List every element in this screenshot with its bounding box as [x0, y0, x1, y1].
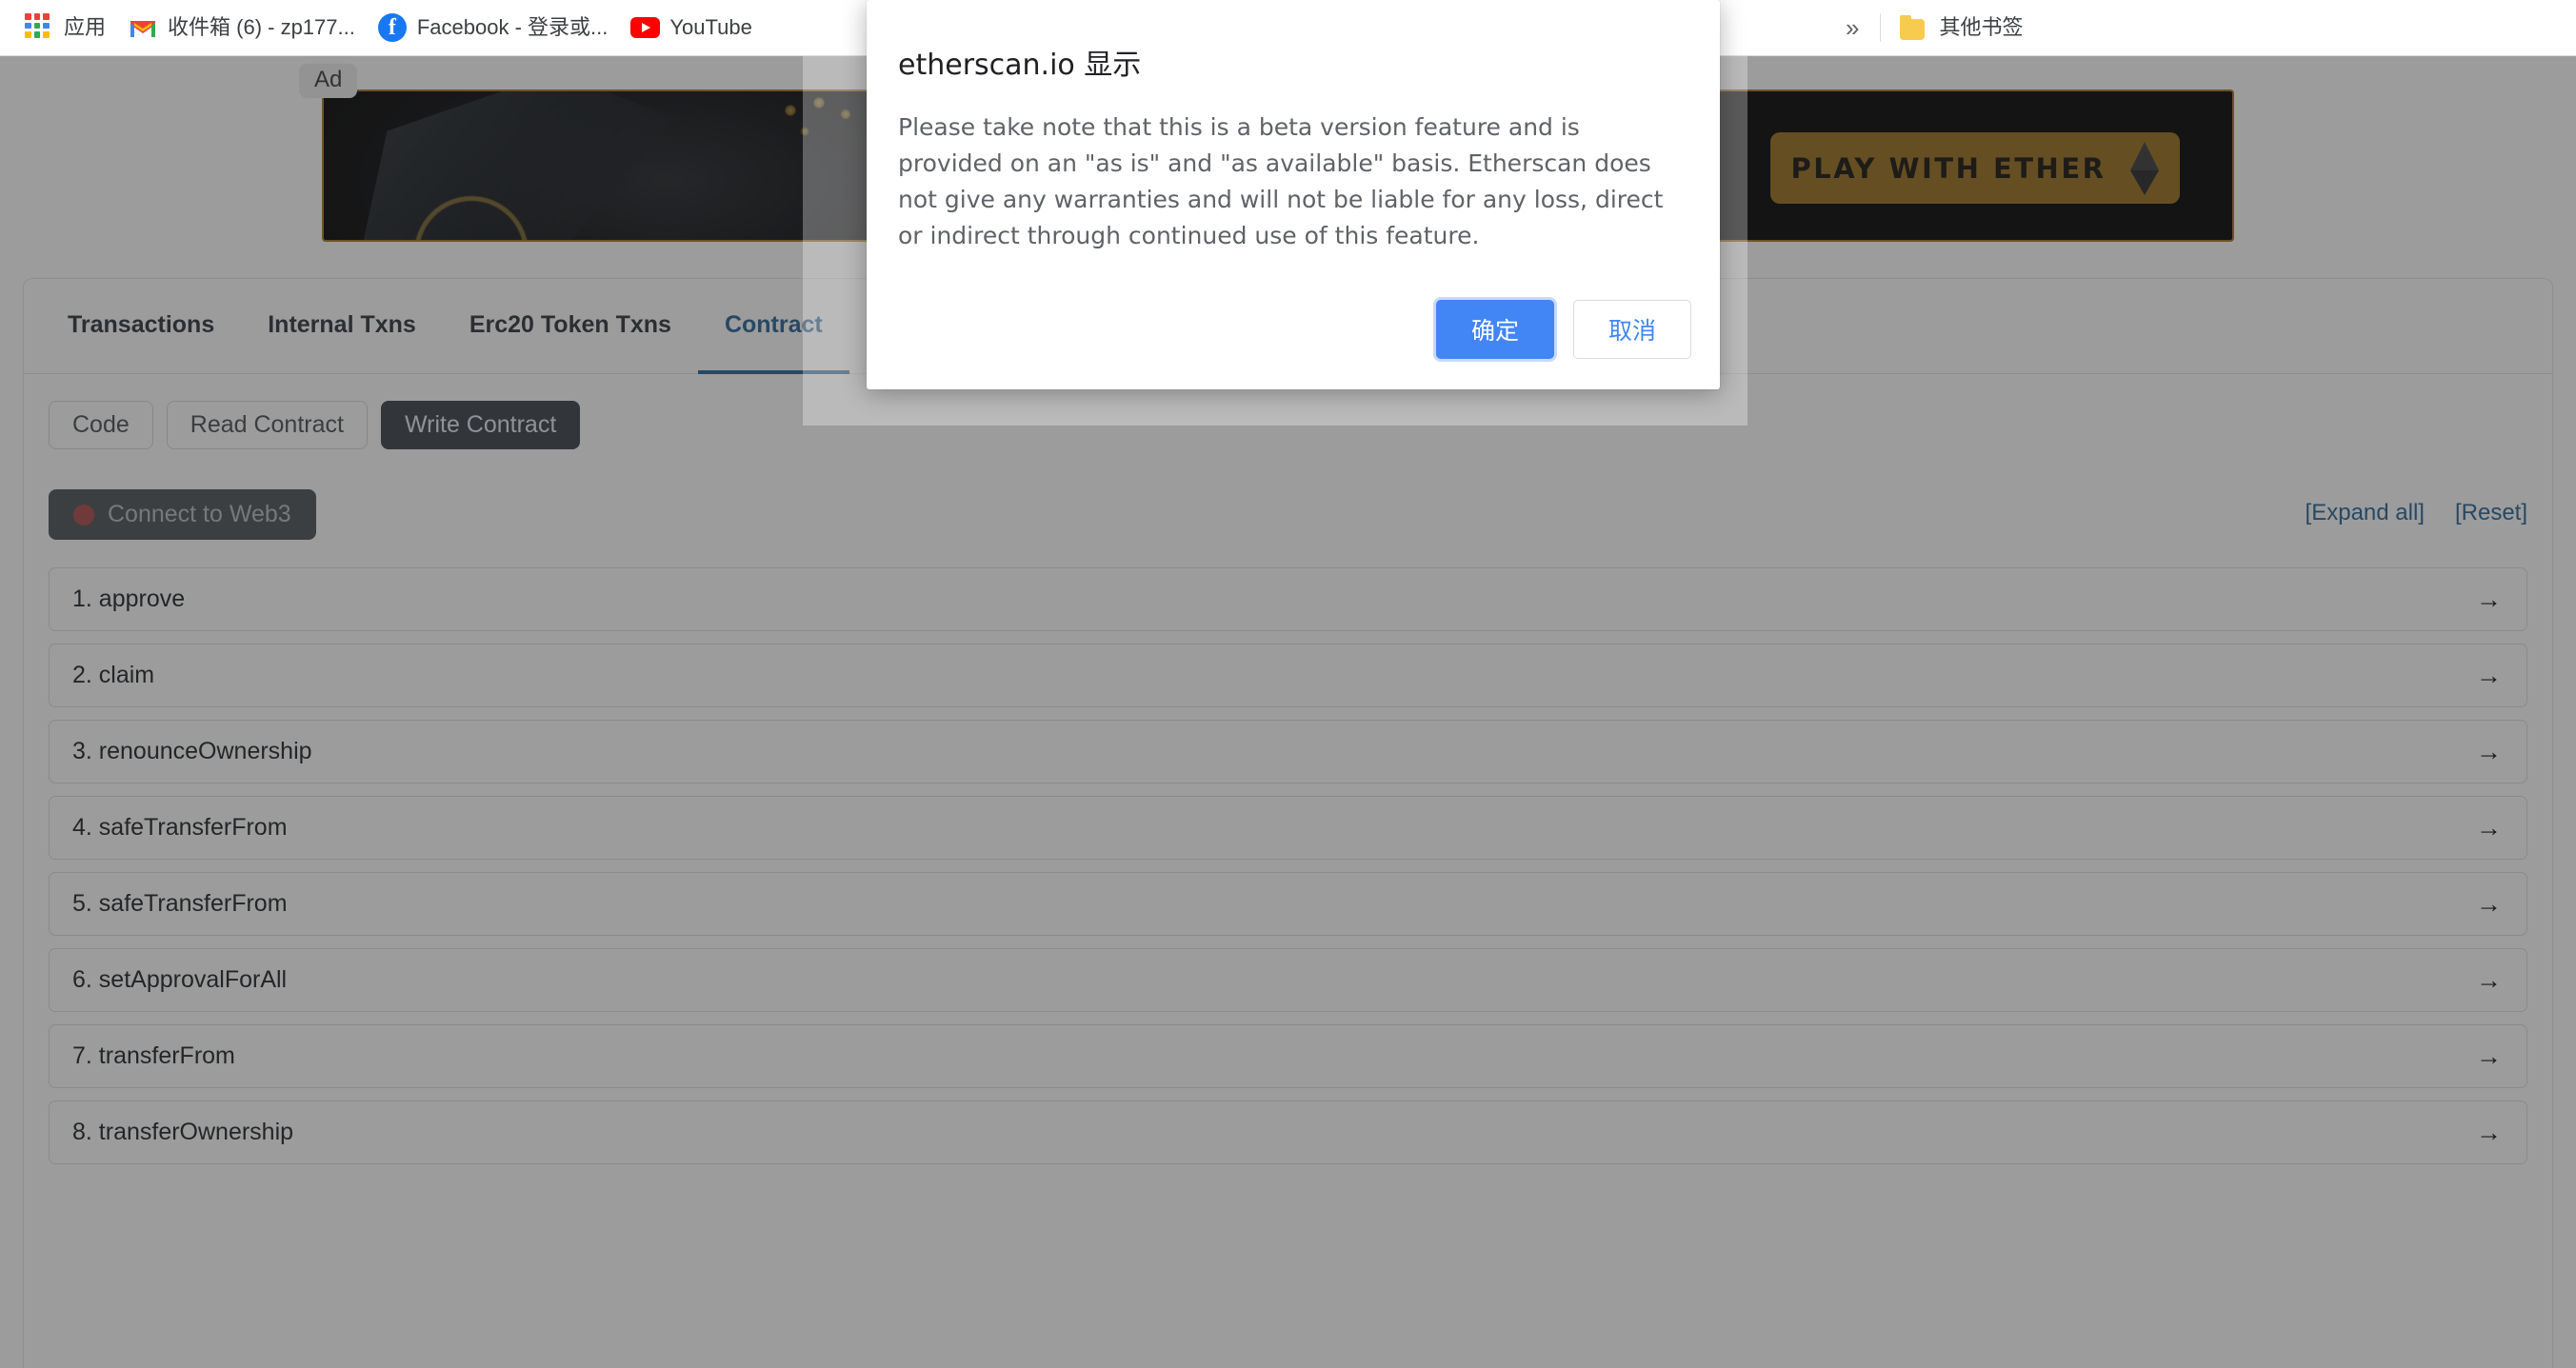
- youtube-icon: [630, 13, 661, 42]
- other-bookmarks-button[interactable]: 其他书签: [1888, 10, 2034, 46]
- dialog-confirm-button[interactable]: 确定: [1435, 300, 1554, 359]
- facebook-icon: f: [377, 13, 407, 42]
- bookmark-apps-label: 应用: [64, 15, 107, 39]
- javascript-alert-dialog: etherscan.io 显示 Please take note that th…: [867, 0, 1720, 389]
- bookmarks-overflow-button[interactable]: »: [1832, 11, 1872, 45]
- bookmark-facebook-label: Facebook - 登录或...: [416, 15, 609, 39]
- bookmark-gmail[interactable]: 收件箱 (6) - zp177...: [117, 10, 367, 46]
- bookmark-youtube[interactable]: YouTube: [619, 10, 763, 46]
- bookmark-apps[interactable]: 应用: [13, 10, 117, 46]
- dialog-title: etherscan.io 显示: [898, 49, 1142, 82]
- dialog-message: Please take note that this is a beta ver…: [898, 113, 1664, 249]
- bookmarks-divider: [1880, 13, 1882, 42]
- bookmark-facebook[interactable]: f Facebook - 登录或...: [367, 10, 620, 46]
- apps-grid-icon: [25, 13, 53, 42]
- dialog-actions: 确定 取消: [1435, 300, 1691, 359]
- bookmark-gmail-label: 收件箱 (6) - zp177...: [168, 15, 355, 39]
- dialog-cancel-button[interactable]: 取消: [1572, 300, 1691, 359]
- folder-icon: [1900, 13, 1928, 42]
- other-bookmarks-label: 其他书签: [1939, 15, 2024, 39]
- gmail-icon: [129, 13, 157, 42]
- bookmark-youtube-label: YouTube: [669, 15, 752, 39]
